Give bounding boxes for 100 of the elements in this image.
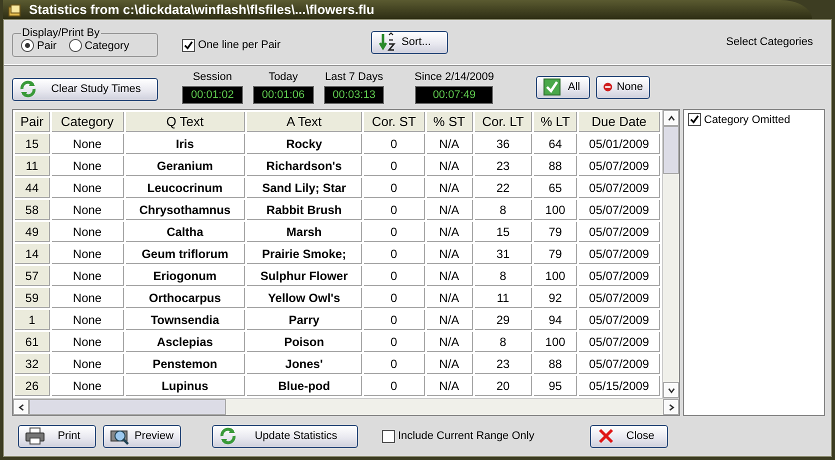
timer-label: Last 7 Days [325, 70, 384, 82]
category-checkbox[interactable]: Category Omitted [688, 113, 820, 126]
table-cell: 0 [364, 354, 425, 374]
radio-option[interactable]: Pair [21, 39, 57, 52]
column-header[interactable]: Pair [15, 112, 50, 132]
scroll-thumb[interactable] [663, 126, 679, 174]
scroll-down-icon [666, 386, 676, 394]
table-cell: Caltha [126, 222, 246, 242]
table-cell: 44 [15, 178, 50, 198]
group-label: Display/Print By [21, 27, 101, 39]
scroll-thumb[interactable] [29, 399, 226, 415]
close-icon [597, 427, 616, 445]
table-cell: 58 [15, 200, 50, 220]
table-cell: N/A [426, 354, 473, 374]
table-cell: None [52, 200, 124, 220]
table-cell: Orthocarpus [126, 288, 246, 308]
table-cell: N/A [426, 178, 473, 198]
table-cell: 22 [474, 178, 532, 198]
table-cell: N/A [426, 244, 473, 264]
table-cell: 15 [15, 134, 50, 154]
table-cell: 05/07/2009 [579, 200, 660, 220]
table-cell: 94 [534, 310, 578, 330]
checkmark-icon [184, 40, 193, 50]
column-header[interactable]: Category [52, 112, 124, 132]
table-cell: 29 [474, 310, 532, 330]
table-cell: 59 [15, 288, 50, 308]
table-cell: 88 [534, 156, 578, 176]
column-header[interactable]: % LT [534, 112, 578, 132]
table-cell: None [52, 266, 124, 286]
update-statistics-button[interactable]: Update Statistics [212, 424, 358, 448]
preview-button[interactable]: Preview [103, 424, 181, 448]
table-cell: 14 [15, 244, 50, 264]
table-cell: 05/07/2009 [579, 332, 660, 352]
table-cell: Iris [126, 134, 246, 154]
table-cell: None [52, 178, 124, 198]
select-none-button[interactable]: None [596, 76, 650, 98]
column-header[interactable]: % ST [426, 112, 473, 132]
sort-button[interactable]: Sort... [370, 30, 448, 54]
refresh-icon [219, 427, 237, 445]
window-title: Statistics from c:\dickdata\winflash\flsfiles\...\flowers.flu [29, 2, 374, 17]
table-cell: 05/01/2009 [579, 134, 660, 154]
one-line-checkbox[interactable]: One line per Pair [182, 38, 281, 52]
table-cell: Sulphur Flower [247, 266, 362, 286]
table-cell: 92 [534, 288, 578, 308]
table-cell: Geum triflorum [126, 244, 246, 264]
print-button[interactable]: Print [18, 424, 96, 448]
table-cell: Rabbit Brush [247, 200, 362, 220]
table-cell: 100 [534, 266, 578, 286]
select-all-button[interactable]: All [536, 76, 590, 98]
column-header[interactable]: A Text [247, 112, 362, 132]
app-icon [7, 2, 23, 18]
column-header[interactable]: Cor. ST [364, 112, 425, 132]
timer-display: 00:01:06 [252, 86, 314, 104]
select-categories-label: Select Categories [726, 36, 813, 48]
table-cell: None [52, 134, 124, 154]
table-cell: Chrysothamnus [126, 200, 246, 220]
table-cell: None [52, 332, 124, 352]
table-cell: 0 [364, 244, 425, 264]
table-cell: 36 [474, 134, 532, 154]
table-cell: 15 [474, 222, 532, 242]
table-cell: N/A [426, 134, 473, 154]
scroll-right-icon [666, 402, 676, 412]
table-cell: Poison [247, 332, 362, 352]
table-cell: Penstemon [126, 354, 246, 374]
table-cell: 100 [534, 332, 578, 352]
table-cell: Asclepias [126, 332, 246, 352]
table-cell: 05/07/2009 [579, 156, 660, 176]
table-cell: 11 [474, 288, 532, 308]
table-cell: 05/07/2009 [579, 244, 660, 264]
table-cell: 05/07/2009 [579, 266, 660, 286]
timer-label: Today [268, 70, 298, 82]
table-cell: 8 [474, 332, 532, 352]
table-cell: 49 [15, 222, 50, 242]
refresh-icon [19, 80, 37, 98]
close-button[interactable]: Close [590, 424, 668, 448]
table-cell: 05/15/2009 [579, 376, 660, 396]
table-cell: Blue-pod [247, 376, 362, 396]
table-cell: 05/07/2009 [579, 288, 660, 308]
table-cell: None [52, 222, 124, 242]
table-cell: Jones' [247, 354, 362, 374]
table-cell: Geranium [126, 156, 246, 176]
table-cell: Yellow Owl's [247, 288, 362, 308]
clear-study-times-button[interactable]: Clear Study Times [12, 78, 158, 100]
table-cell: Rocky [247, 134, 362, 154]
table-cell: Parry [247, 310, 362, 330]
column-header[interactable]: Cor. LT [474, 112, 532, 132]
include-current-range-checkbox[interactable]: Include Current Range Only [382, 430, 534, 442]
vertical-scrollbar[interactable] [662, 110, 679, 398]
table-cell: 11 [15, 156, 50, 176]
table-cell: 8 [474, 200, 532, 220]
table-cell: 64 [534, 134, 578, 154]
radio-option[interactable]: Category [68, 39, 130, 52]
table-cell: 0 [364, 134, 425, 154]
horizontal-scrollbar[interactable] [13, 398, 679, 415]
column-header[interactable]: Q Text [126, 112, 246, 132]
table-cell: 32 [15, 354, 50, 374]
table-cell: None [52, 310, 124, 330]
column-header[interactable]: Due Date [579, 112, 660, 132]
table-cell: 0 [364, 200, 425, 220]
table-cell: N/A [426, 310, 473, 330]
